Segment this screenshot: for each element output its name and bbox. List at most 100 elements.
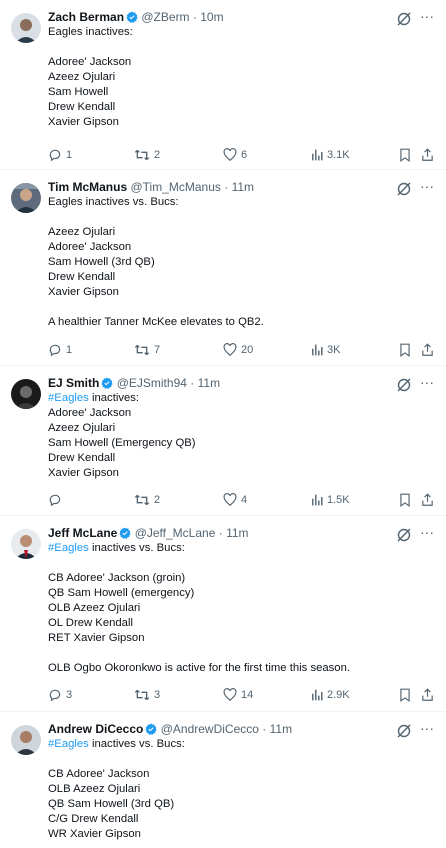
views-icon bbox=[312, 689, 323, 701]
text-line: QB Sam Howell (3rd QB) bbox=[48, 798, 175, 810]
more-options-button[interactable]: ··· bbox=[418, 375, 436, 391]
author-name[interactable]: Zach Berman bbox=[48, 10, 124, 24]
repost-button[interactable]: 3 bbox=[134, 687, 160, 703]
separator: · bbox=[192, 10, 197, 24]
hashtag-link[interactable]: #Eagles bbox=[48, 392, 89, 404]
like-button[interactable]: 6 bbox=[223, 147, 247, 163]
reply-button[interactable]: 1 bbox=[48, 147, 72, 163]
timestamp[interactable]: 11m bbox=[270, 722, 292, 736]
share-button[interactable] bbox=[421, 147, 434, 163]
author-handle[interactable]: @AndrewDiCecco bbox=[161, 722, 259, 736]
more-options-button[interactable]: ··· bbox=[418, 525, 436, 541]
repost-button[interactable]: 2 bbox=[134, 147, 160, 163]
hashtag-link[interactable]: #Eagles bbox=[48, 738, 89, 750]
tweet[interactable]: Tim McManus @Tim_McManus · 11m ··· Eagle… bbox=[0, 170, 446, 366]
tweet[interactable]: Zach Berman @ZBerm · 10m ··· Eagles inac… bbox=[0, 0, 446, 170]
author-handle[interactable]: @Tim_McManus bbox=[130, 180, 220, 194]
reply-icon bbox=[49, 344, 61, 357]
timestamp[interactable]: 10m bbox=[200, 10, 223, 24]
timestamp[interactable]: 11m bbox=[198, 376, 220, 390]
action-bar: 3 3 14 2.9K bbox=[48, 687, 434, 703]
text-line: OLB Azeez Ojulari bbox=[48, 602, 141, 614]
tweet[interactable]: Jeff McLane @Jeff_McLane · 11m ··· #Eagl… bbox=[0, 516, 446, 712]
views-button[interactable]: 3K bbox=[311, 342, 340, 358]
text-line: Eagles inactives: bbox=[48, 26, 133, 38]
repost-icon bbox=[134, 149, 150, 161]
repost-count: 3 bbox=[154, 689, 161, 701]
views-count: 1.5K bbox=[327, 494, 350, 506]
avatar[interactable] bbox=[11, 183, 41, 213]
share-button[interactable] bbox=[421, 342, 434, 358]
avatar[interactable] bbox=[11, 529, 41, 559]
repost-icon bbox=[134, 344, 150, 356]
text-line: OLB Azeez Ojulari bbox=[48, 783, 141, 795]
reply-icon bbox=[49, 149, 61, 162]
avatar[interactable] bbox=[11, 725, 41, 755]
text-line bbox=[48, 300, 432, 315]
share-button[interactable] bbox=[421, 492, 434, 508]
tweet-text: #Eagles inactives vs. Bucs: CB Adoree' J… bbox=[48, 737, 432, 842]
repost-icon bbox=[134, 494, 150, 506]
author-handle[interactable]: @Jeff_McLane bbox=[135, 526, 216, 540]
text-line: Azeez Ojulari bbox=[48, 71, 116, 83]
text-line bbox=[48, 646, 432, 661]
reply-icon bbox=[49, 689, 61, 702]
like-button[interactable]: 4 bbox=[223, 492, 247, 508]
author-handle[interactable]: @ZBerm bbox=[141, 10, 189, 24]
views-button[interactable]: 1.5K bbox=[311, 492, 350, 508]
author-name[interactable]: Jeff McLane bbox=[48, 526, 117, 540]
tweet[interactable]: Andrew DiCecco @AndrewDiCecco · 11m ··· … bbox=[0, 712, 446, 848]
like-button[interactable]: 20 bbox=[223, 342, 253, 358]
tweet[interactable]: EJ Smith @EJSmith94 · 11m ··· #Eagles in… bbox=[0, 366, 446, 516]
text-fragment: inactives vs. Bucs: bbox=[88, 738, 185, 750]
views-count: 2.9K bbox=[327, 689, 350, 701]
author-handle[interactable]: @EJSmith94 bbox=[117, 376, 187, 390]
like-button[interactable]: 14 bbox=[223, 687, 253, 703]
text-line: WR Xavier Gipson bbox=[48, 828, 141, 840]
timestamp[interactable]: 11m bbox=[232, 180, 254, 194]
text-fragment: inactives vs. Bucs: bbox=[88, 542, 185, 554]
repost-button[interactable]: 7 bbox=[134, 342, 160, 358]
more-options-button[interactable]: ··· bbox=[418, 179, 436, 195]
avatar[interactable] bbox=[11, 13, 41, 43]
views-button[interactable]: 2.9K bbox=[311, 687, 350, 703]
separator: · bbox=[262, 722, 267, 736]
text-line: Sam Howell bbox=[48, 86, 109, 98]
text-line bbox=[48, 556, 432, 571]
tweet-header: Tim McManus @Tim_McManus · 11m bbox=[48, 179, 376, 195]
reply-button[interactable]: 3 bbox=[48, 687, 72, 703]
bookmark-icon bbox=[400, 493, 410, 507]
hashtag-link[interactable]: #Eagles bbox=[48, 542, 89, 554]
reply-button[interactable]: 1 bbox=[48, 342, 72, 358]
text-line: #Eagles inactives: bbox=[48, 391, 432, 406]
more-options-button[interactable]: ··· bbox=[418, 721, 436, 737]
views-button[interactable]: 3.1K bbox=[311, 147, 350, 163]
repost-button[interactable]: 2 bbox=[134, 492, 160, 508]
bookmark-button[interactable] bbox=[399, 687, 411, 703]
bookmark-button[interactable] bbox=[399, 342, 411, 358]
author-name[interactable]: EJ Smith bbox=[48, 376, 99, 390]
text-line: Adoree' Jackson bbox=[48, 56, 132, 68]
share-icon bbox=[422, 343, 433, 356]
share-icon bbox=[422, 688, 433, 701]
avatar[interactable] bbox=[11, 379, 41, 409]
timestamp[interactable]: 11m bbox=[226, 526, 248, 540]
text-fragment: inactives: bbox=[88, 392, 140, 404]
bookmark-icon bbox=[400, 688, 410, 702]
bookmark-button[interactable] bbox=[399, 492, 411, 508]
repost-count: 2 bbox=[154, 149, 161, 161]
author-name[interactable]: Andrew DiCecco bbox=[48, 722, 143, 736]
reply-count: 1 bbox=[66, 149, 73, 161]
share-button[interactable] bbox=[421, 687, 434, 703]
like-icon bbox=[223, 148, 237, 162]
text-line: Azeez Ojulari bbox=[48, 226, 116, 238]
bookmark-icon bbox=[400, 148, 410, 162]
timeline-feed: Zach Berman @ZBerm · 10m ··· Eagles inac… bbox=[0, 0, 446, 848]
more-options-button[interactable]: ··· bbox=[418, 9, 436, 25]
author-name[interactable]: Tim McManus bbox=[48, 180, 127, 194]
bookmark-button[interactable] bbox=[399, 147, 411, 163]
reply-count: 3 bbox=[66, 689, 73, 701]
reply-button[interactable] bbox=[48, 492, 66, 508]
separator: · bbox=[218, 526, 223, 540]
action-bar: 2 4 1.5K bbox=[48, 492, 434, 508]
